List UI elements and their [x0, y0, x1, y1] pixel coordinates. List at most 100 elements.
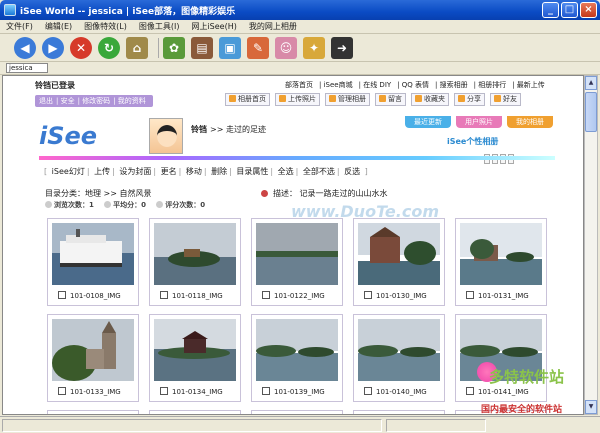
- photo-card[interactable]: 101-0130_IMG: [353, 218, 445, 306]
- photo-card-partial[interactable]: [251, 410, 343, 414]
- action-select-none[interactable]: 全部不选: [303, 167, 335, 176]
- action-slideshow[interactable]: iSee幻灯: [52, 167, 85, 176]
- puzzle-icon[interactable]: ✦: [303, 36, 325, 59]
- photo-checkbox[interactable]: [58, 291, 66, 299]
- exit-icon[interactable]: ➜: [331, 36, 353, 59]
- photo-thumbnail[interactable]: [358, 223, 440, 285]
- photo-checkbox[interactable]: [262, 387, 270, 395]
- action-invert[interactable]: 反选: [344, 167, 360, 176]
- tab-user-photos[interactable]: 用户照片: [456, 116, 502, 128]
- top-nav: 部落首页 | iSee商城 | 在线 DIY | QQ 表情 | 搜索相册 | 相册排行 |…: [285, 81, 545, 89]
- album-home-button[interactable]: 相册首页: [225, 93, 270, 106]
- photo-checkbox[interactable]: [262, 291, 270, 299]
- close-button[interactable]: ×: [580, 2, 597, 18]
- photo-thumbnail[interactable]: [154, 223, 236, 285]
- photo-card[interactable]: 101-0108_IMG: [47, 218, 139, 306]
- top-nav-mall[interactable]: iSee商城: [324, 81, 353, 89]
- rainbow-divider: [39, 156, 555, 160]
- photo-checkbox[interactable]: [364, 291, 372, 299]
- photo-caption: 101-0118_IMG: [160, 291, 223, 300]
- action-select-all[interactable]: 全选: [278, 167, 294, 176]
- photo-checkbox[interactable]: [364, 387, 372, 395]
- status-cell-main: [2, 419, 382, 432]
- photo-card[interactable]: 101-0118_IMG: [149, 218, 241, 306]
- action-upload[interactable]: 上传: [94, 167, 110, 176]
- photo-checkbox[interactable]: [160, 291, 168, 299]
- guestbook-button[interactable]: 留言: [375, 93, 406, 106]
- menu-file[interactable]: 文件(F): [6, 21, 33, 32]
- upload-photo-button[interactable]: 上传照片: [275, 93, 320, 106]
- app-icon: [4, 4, 16, 16]
- top-nav-rank[interactable]: 相册排行: [478, 81, 506, 89]
- photo-card[interactable]: 101-0140_IMG: [353, 314, 445, 402]
- top-nav-latest[interactable]: 最新上传: [517, 81, 545, 89]
- menu-tools[interactable]: 图像工具(I): [139, 21, 180, 32]
- home-icon[interactable]: ⌂: [126, 36, 148, 59]
- action-rename[interactable]: 更名: [161, 167, 177, 176]
- scroll-thumb[interactable]: [585, 92, 597, 132]
- photo-card[interactable]: 101-0139_IMG: [251, 314, 343, 402]
- manage-album-button[interactable]: 管理相册: [325, 93, 370, 106]
- friends-button[interactable]: 好友: [490, 93, 521, 106]
- photo-card-partial[interactable]: [149, 410, 241, 414]
- scroll-down-icon[interactable]: ▼: [585, 400, 597, 414]
- photo-caption: 101-0139_IMG: [262, 387, 325, 396]
- brush-icon[interactable]: ✎: [247, 36, 269, 59]
- photo-thumbnail[interactable]: [358, 319, 440, 381]
- photo-checkbox[interactable]: [160, 387, 168, 395]
- photo-card[interactable]: 101-0134_IMG: [149, 314, 241, 402]
- photo-card[interactable]: 101-0131_IMG: [455, 218, 547, 306]
- my-profile-link[interactable]: 我的资料: [118, 97, 146, 105]
- forward-icon[interactable]: ▶: [42, 36, 64, 59]
- film-icon[interactable]: ▤: [191, 36, 213, 59]
- photo-card-partial[interactable]: [47, 410, 139, 414]
- frog-icon[interactable]: ✿: [163, 36, 185, 59]
- menu-effects[interactable]: 图像特效(L): [84, 21, 127, 32]
- photo-card[interactable]: 101-0122_IMG: [251, 218, 343, 306]
- friends-icon: [494, 95, 501, 102]
- menu-online[interactable]: 网上iSee(H): [191, 21, 236, 32]
- menu-my-album[interactable]: 我的网上相册: [249, 21, 297, 32]
- refresh-icon[interactable]: ↻: [98, 36, 120, 59]
- top-nav-diy[interactable]: 在线 DIY: [363, 81, 391, 89]
- photo-name: 101-0122_IMG: [274, 292, 325, 300]
- tab-recent[interactable]: 最近更新: [405, 116, 451, 128]
- photo-thumbnail[interactable]: [52, 223, 134, 285]
- share-button[interactable]: 分享: [454, 93, 485, 106]
- photo-checkbox[interactable]: [466, 387, 474, 395]
- photo-card[interactable]: 101-0133_IMG: [47, 314, 139, 402]
- top-nav-search[interactable]: 搜索相册: [440, 81, 468, 89]
- action-move[interactable]: 移动: [186, 167, 202, 176]
- change-password-link[interactable]: 修改密码: [82, 97, 110, 105]
- action-set-cover[interactable]: 设为封面: [119, 167, 151, 176]
- photo-card-partial[interactable]: [353, 410, 445, 414]
- top-nav-qq[interactable]: QQ 表情: [402, 81, 429, 89]
- status-cell-aux: [386, 419, 486, 432]
- photo-checkbox[interactable]: [466, 291, 474, 299]
- minimize-button[interactable]: _: [542, 2, 559, 18]
- action-delete[interactable]: 删除: [211, 167, 227, 176]
- scroll-up-icon[interactable]: ▲: [585, 76, 597, 90]
- photo-thumbnail[interactable]: [256, 223, 338, 285]
- action-dir-props[interactable]: 目录属性: [236, 167, 268, 176]
- security-link[interactable]: 安全: [61, 97, 75, 105]
- favorites-button[interactable]: 收藏夹: [411, 93, 449, 106]
- photo-thumbnail[interactable]: [52, 319, 134, 381]
- logout-link[interactable]: 退出: [39, 97, 53, 105]
- vertical-scrollbar[interactable]: ▲ ▼: [584, 75, 598, 415]
- album-owner[interactable]: 铃铛: [191, 125, 207, 134]
- upload-icon: [279, 95, 286, 102]
- maximize-button[interactable]: □: [561, 2, 578, 18]
- portrait-icon[interactable]: ☺: [275, 36, 297, 59]
- stop-icon[interactable]: ✕: [70, 36, 92, 59]
- menu-edit[interactable]: 编辑(E): [45, 21, 72, 32]
- tab-my-album[interactable]: 我的相册: [507, 116, 553, 128]
- photo-thumbnail[interactable]: [154, 319, 236, 381]
- back-icon[interactable]: ◀: [14, 36, 36, 59]
- top-nav-home[interactable]: 部落首页: [285, 81, 313, 89]
- photo-thumbnail[interactable]: [256, 319, 338, 381]
- photo-thumbnail[interactable]: [460, 223, 542, 285]
- picture-icon[interactable]: ▣: [219, 36, 241, 59]
- photo-checkbox[interactable]: [58, 387, 66, 395]
- user-field[interactable]: jessica: [6, 63, 48, 73]
